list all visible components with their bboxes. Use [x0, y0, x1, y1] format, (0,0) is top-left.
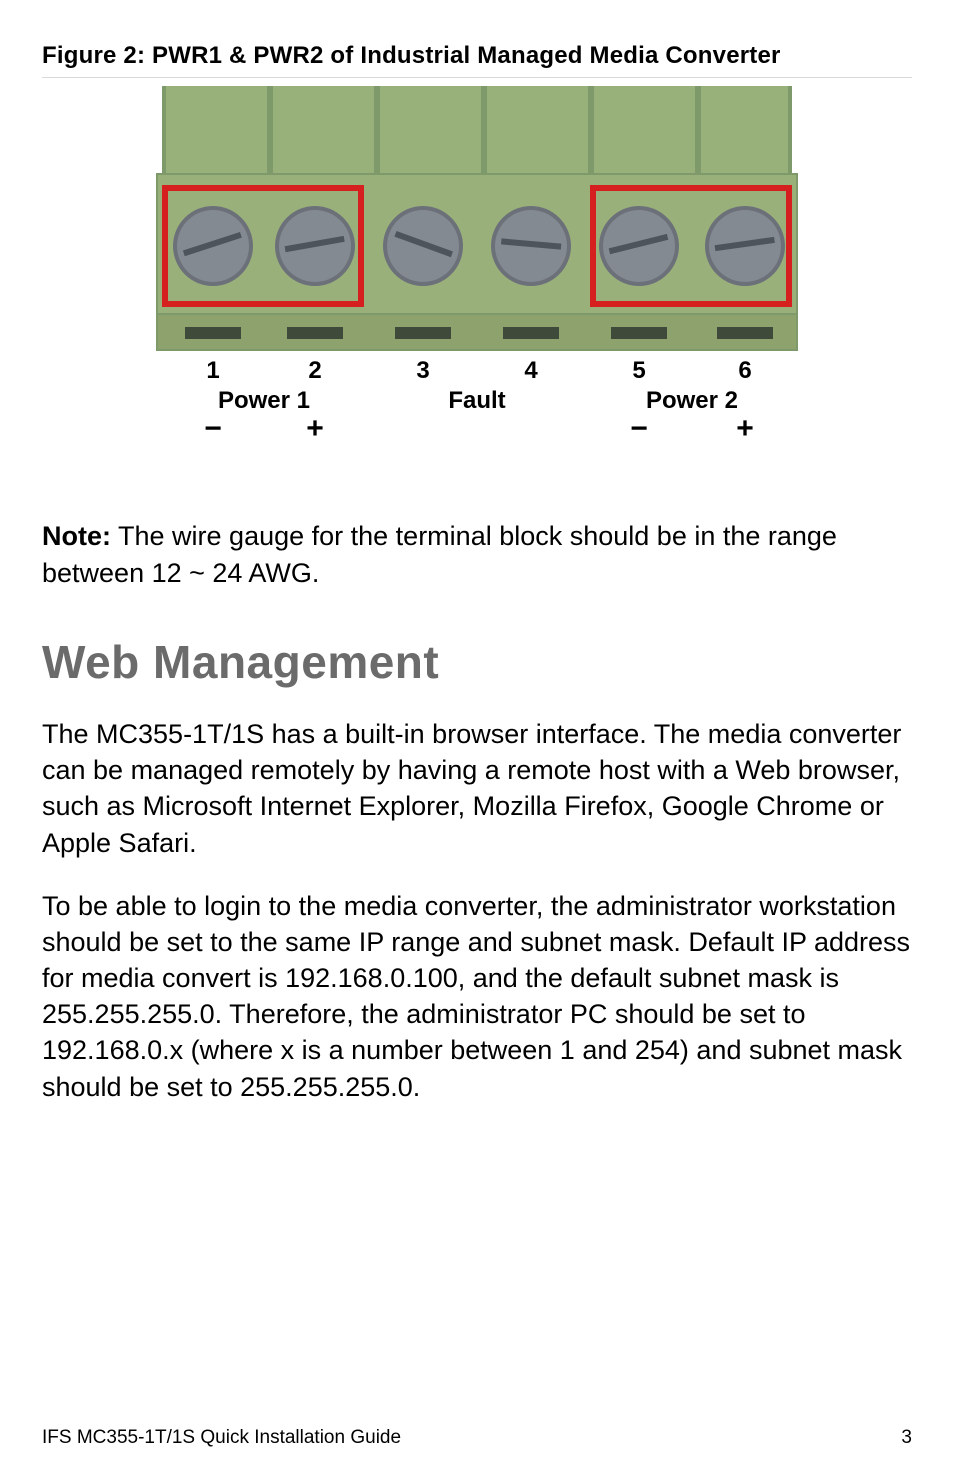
pin-4-label: 4 [524, 357, 538, 384]
pin-3-label: 3 [416, 357, 429, 384]
pin-6-label: 6 [738, 357, 751, 384]
section-paragraph-1: The MC355-1T/1S has a built-in browser i… [42, 716, 912, 861]
section-paragraph-2: To be able to login to the media convert… [42, 888, 912, 1105]
pin-2-label: 2 [308, 357, 321, 384]
power1-label: Power 1 [218, 387, 310, 414]
note-label: Note: [42, 521, 111, 551]
note-paragraph: Note: The wire gauge for the terminal bl… [42, 518, 912, 591]
power1-neg: − [204, 412, 222, 445]
power1-pos: + [306, 412, 324, 445]
footer-left: IFS MC355-1T/1S Quick Installation Guide [42, 1427, 401, 1449]
fault-label: Fault [448, 387, 505, 414]
page-footer: IFS MC355-1T/1S Quick Installation Guide… [42, 1427, 912, 1449]
footer-page-number: 3 [901, 1427, 912, 1449]
pin-1-label: 1 [206, 357, 219, 384]
power2-pos: + [736, 412, 754, 445]
power2-neg: − [630, 412, 648, 445]
power2-label: Power 2 [646, 387, 738, 414]
figure-caption: Figure 2: PWR1 & PWR2 of Industrial Mana… [42, 40, 912, 71]
note-text: The wire gauge for the terminal block sh… [42, 521, 837, 587]
pin-5-label: 5 [632, 357, 645, 384]
figure-2-image: 1 2 3 4 5 6 Power 1 Fault Power 2 − + − … [42, 77, 912, 458]
section-heading: Web Management [42, 635, 912, 689]
